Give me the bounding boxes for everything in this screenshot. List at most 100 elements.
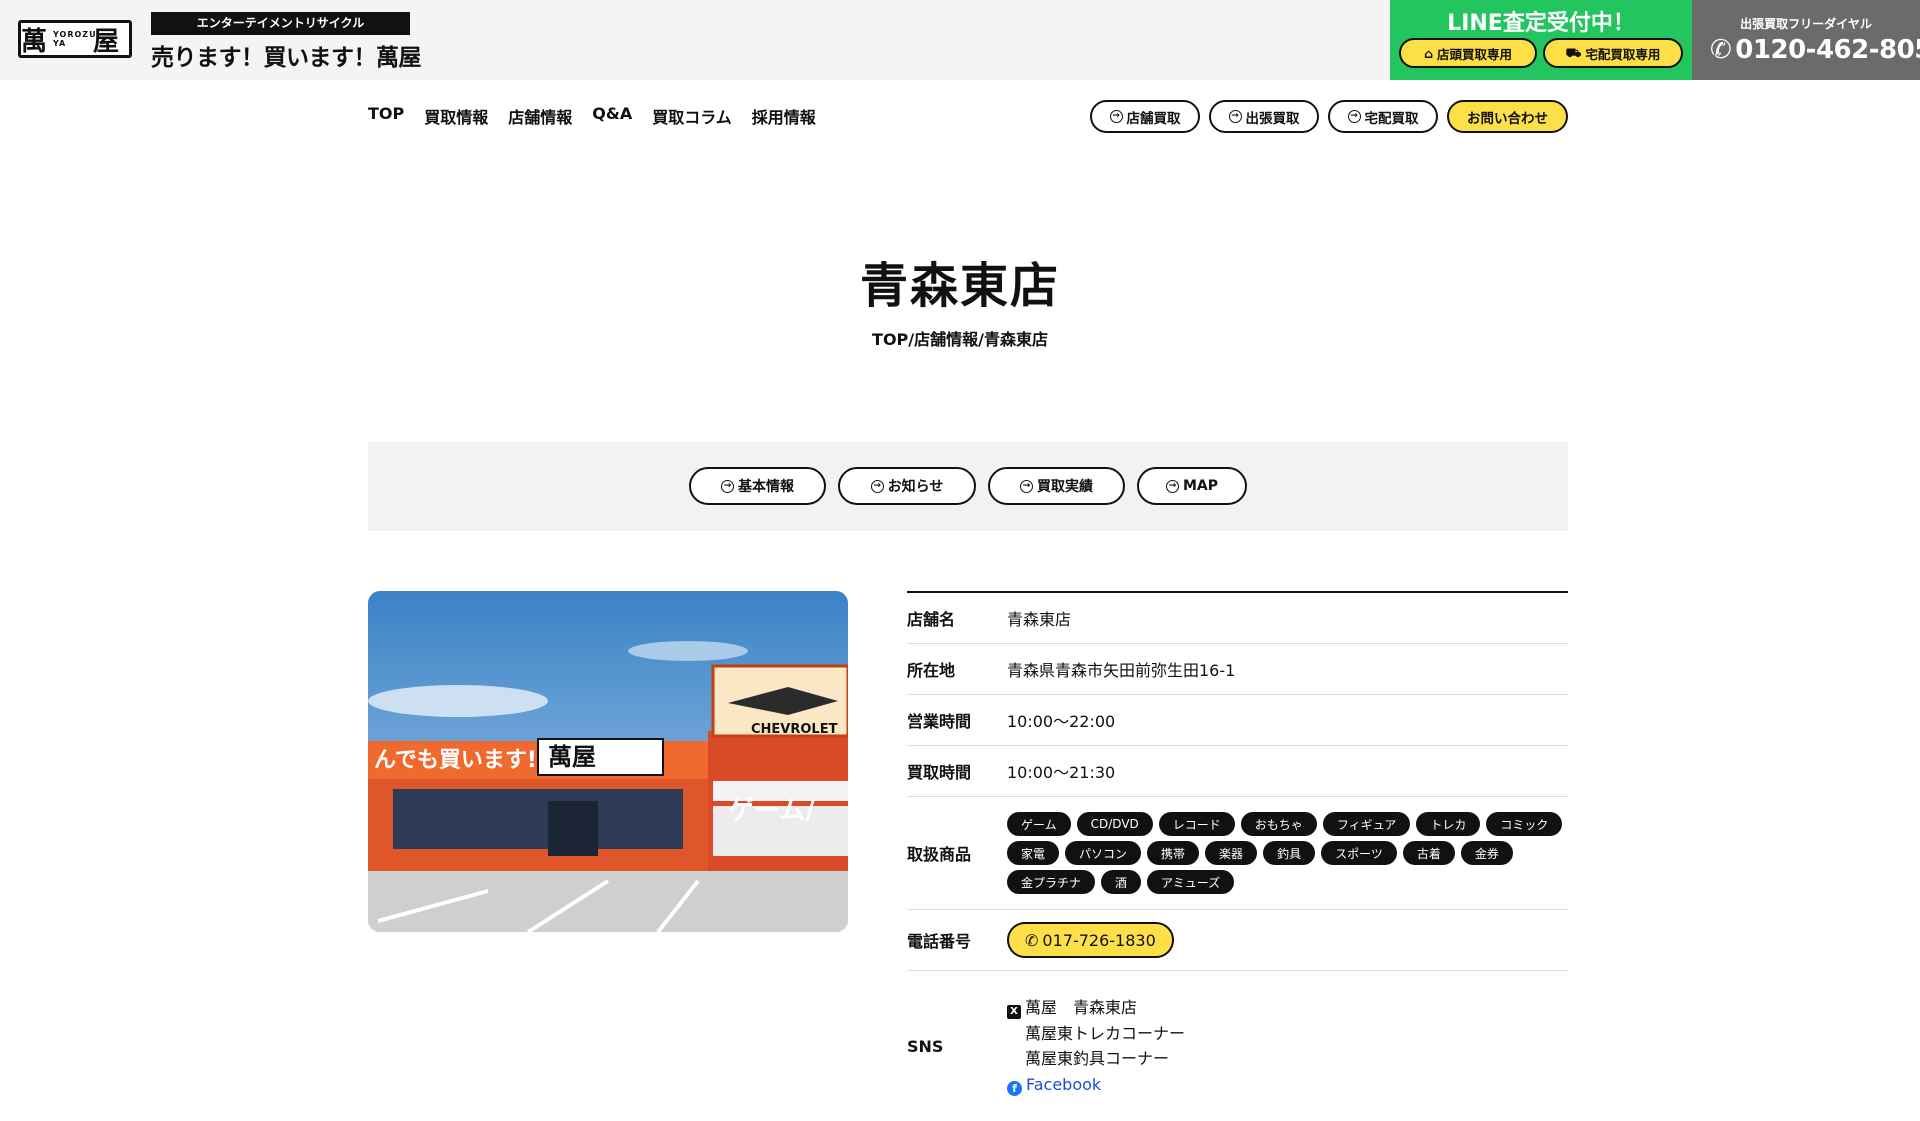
x-icon: X — [1007, 1005, 1021, 1019]
goods-chip[interactable]: フィギュア — [1322, 812, 1411, 836]
line-delivery-button[interactable]: ⛟ 宅配買取専用 — [1543, 38, 1683, 68]
free-dial-number: 0120-462-805 — [1735, 35, 1920, 65]
nav-qa[interactable]: Q&A — [592, 104, 632, 128]
contact-button[interactable]: お問い合わせ — [1447, 100, 1568, 133]
phone-button[interactable]: ✆ 017-726-1830 — [1007, 922, 1174, 958]
line-delivery-label: 宅配買取専用 — [1585, 46, 1661, 62]
goods-chip[interactable]: コミック — [1486, 812, 1563, 836]
arrow-circle-icon: → — [1109, 110, 1123, 123]
store-buy-label: 店舗買取 — [1126, 110, 1181, 127]
buy-hours-value: 10:00〜21:30 — [1007, 763, 1116, 782]
goods-row: 取扱商品 ゲーム CD/DVD レコード おもちゃ フィギュア トレカ コミック… — [907, 797, 1568, 910]
slogan: 売ります！買います！萬屋 — [151, 45, 422, 71]
goods-chip[interactable]: 金プラチナ — [1007, 870, 1096, 894]
goods-chip[interactable]: パソコン — [1065, 841, 1142, 865]
goods-chip[interactable]: アミューズ — [1147, 870, 1235, 894]
tab-news-label: お知らせ — [887, 479, 944, 495]
tagline: エンターテイメントリサイクル — [151, 12, 410, 35]
goods-chips: ゲーム CD/DVD レコード おもちゃ フィギュア トレカ コミック 家電 パ… — [1007, 812, 1567, 894]
facebook-label: Facebook — [1026, 1074, 1102, 1094]
line-assessment-box: LINE査定受付中！ ⌂ 店頭買取専用 ⛟ 宅配買取専用 — [1390, 0, 1692, 80]
goods-chip[interactable]: トレカ — [1416, 812, 1481, 836]
sns-x-label-2: 萬屋東トレカコーナー — [1025, 1023, 1186, 1043]
store-buy-button[interactable]: → 店舗買取 — [1090, 100, 1200, 133]
goods-chip[interactable]: 古着 — [1402, 841, 1455, 865]
sign-left-text: んでも買います! — [374, 748, 537, 773]
goods-chip[interactable]: CD/DVD — [1076, 812, 1153, 836]
storefront-photo: んでも買います! 萬屋 ゲーム/ CHEVROLET — [368, 591, 848, 932]
arrow-circle-icon: → — [1020, 479, 1033, 493]
line-store-button[interactable]: ⌂ 店頭買取専用 — [1399, 38, 1537, 68]
site-logo[interactable]: 萬 YOROZU YA 屋 — [18, 20, 132, 58]
goods-chip[interactable]: 金券 — [1460, 841, 1513, 865]
nav-column[interactable]: 買取コラム — [652, 104, 732, 128]
goods-chip[interactable]: ゲーム — [1007, 812, 1071, 836]
sns-x-link[interactable]: 萬屋東トレカコーナー — [1007, 1021, 1185, 1047]
store-name-row: 店舗名 青森東店 — [907, 593, 1568, 644]
sns-key: SNS — [907, 1036, 944, 1056]
main-nav: TOP 買取情報 店舗情報 Q&A 買取コラム 採用情報 — [368, 104, 816, 128]
tab-news[interactable]: → お知らせ — [838, 467, 976, 505]
goods-chip[interactable]: 家電 — [1007, 841, 1060, 865]
arrow-circle-icon: → — [1228, 110, 1242, 123]
billboard-text: CHEVROLET — [751, 722, 838, 737]
phone-icon: ✆ — [1025, 930, 1039, 950]
phone-icon: ✆ — [1710, 35, 1732, 65]
free-dial-box: 出張買取フリーダイヤル ✆ 0120-462-805 — [1692, 0, 1920, 80]
address-value: 青森県青森市矢田前弥生田16-1 — [1007, 661, 1236, 680]
delivery-buy-button[interactable]: → 宅配買取 — [1328, 100, 1438, 133]
arrow-circle-icon: → — [1347, 110, 1361, 123]
visit-buy-label: 出張買取 — [1245, 110, 1300, 127]
arrow-circle-icon: → — [721, 479, 734, 493]
sign-logo-text: 萬屋 — [548, 742, 596, 771]
sns-x-link[interactable]: X 萬屋 青森東店 — [1007, 995, 1185, 1021]
goods-chip[interactable]: 楽器 — [1205, 841, 1258, 865]
hours-value: 10:00〜22:00 — [1007, 712, 1116, 731]
delivery-buy-label: 宅配買取 — [1364, 110, 1419, 127]
facebook-icon: f — [1007, 1080, 1022, 1096]
line-store-label: 店頭買取専用 — [1436, 46, 1512, 62]
nav-recruit[interactable]: 採用情報 — [752, 104, 816, 128]
free-dial-number-link[interactable]: ✆ 0120-462-805 — [1710, 35, 1920, 65]
breadcrumb[interactable]: TOP/店舗情報/青森東店 — [0, 326, 1920, 350]
phone-row: 電話番号 ✆ 017-726-1830 — [907, 910, 1568, 971]
arrow-circle-icon: → — [1165, 479, 1179, 493]
buy-hours-row: 買取時間 10:00〜21:30 — [907, 746, 1568, 797]
goods-chip[interactable]: 携帯 — [1147, 841, 1200, 865]
truck-icon: ⛟ — [1565, 44, 1582, 60]
sns-row: SNS X 萬屋 青森東店 萬屋東トレカコーナー 萬屋東釣具コーナー f Faceb… — [907, 971, 1568, 1121]
logo-char-1: 萬 — [21, 26, 58, 57]
page-title: 青森東店 — [859, 258, 1060, 314]
address-row: 所在地 青森県青森市矢田前弥生田16-1 — [907, 644, 1568, 695]
goods-chip[interactable]: おもちゃ — [1240, 812, 1317, 836]
goods-chip[interactable]: スポーツ — [1321, 841, 1397, 865]
contact-label: お問い合わせ — [1467, 110, 1548, 127]
buy-hours-key: 買取時間 — [907, 763, 972, 782]
store-name-key: 店舗名 — [907, 610, 956, 629]
nav-buy-info[interactable]: 買取情報 — [424, 104, 488, 128]
nav-store-info[interactable]: 店舗情報 — [508, 104, 572, 128]
tab-basic-info[interactable]: → 基本情報 — [689, 467, 826, 505]
address-key: 所在地 — [907, 661, 956, 680]
tab-map[interactable]: → MAP — [1137, 467, 1247, 505]
sign-game-text: ゲーム/ — [728, 796, 815, 826]
nav-top[interactable]: TOP — [368, 104, 404, 128]
facebook-link[interactable]: f Facebook — [1007, 1072, 1185, 1098]
sns-list: X 萬屋 青森東店 萬屋東トレカコーナー 萬屋東釣具コーナー f Facebook — [1007, 995, 1185, 1097]
tab-results-label: 買取実績 — [1037, 479, 1093, 495]
tab-basic-label: 基本情報 — [738, 479, 794, 495]
visit-buy-button[interactable]: → 出張買取 — [1209, 100, 1319, 133]
store-info-table: 店舗名 青森東店 所在地 青森県青森市矢田前弥生田16-1 営業時間 10:00… — [907, 591, 1568, 1121]
goods-chip[interactable]: 酒 — [1101, 870, 1142, 894]
hours-key: 営業時間 — [907, 712, 972, 731]
hours-row: 営業時間 10:00〜22:00 — [907, 695, 1568, 746]
phone-key: 電話番号 — [907, 932, 972, 951]
tab-results[interactable]: → 買取実績 — [988, 467, 1125, 505]
goods-chip[interactable]: レコード — [1158, 812, 1235, 836]
free-dial-label: 出張買取フリーダイヤル — [1740, 17, 1872, 31]
tab-map-label: MAP — [1182, 478, 1219, 494]
sns-x-link[interactable]: 萬屋東釣具コーナー — [1007, 1046, 1185, 1072]
logo-char-2: 屋 — [92, 26, 129, 57]
goods-chip[interactable]: 釣具 — [1263, 841, 1316, 865]
sns-x-label-3: 萬屋東釣具コーナー — [1025, 1049, 1170, 1068]
